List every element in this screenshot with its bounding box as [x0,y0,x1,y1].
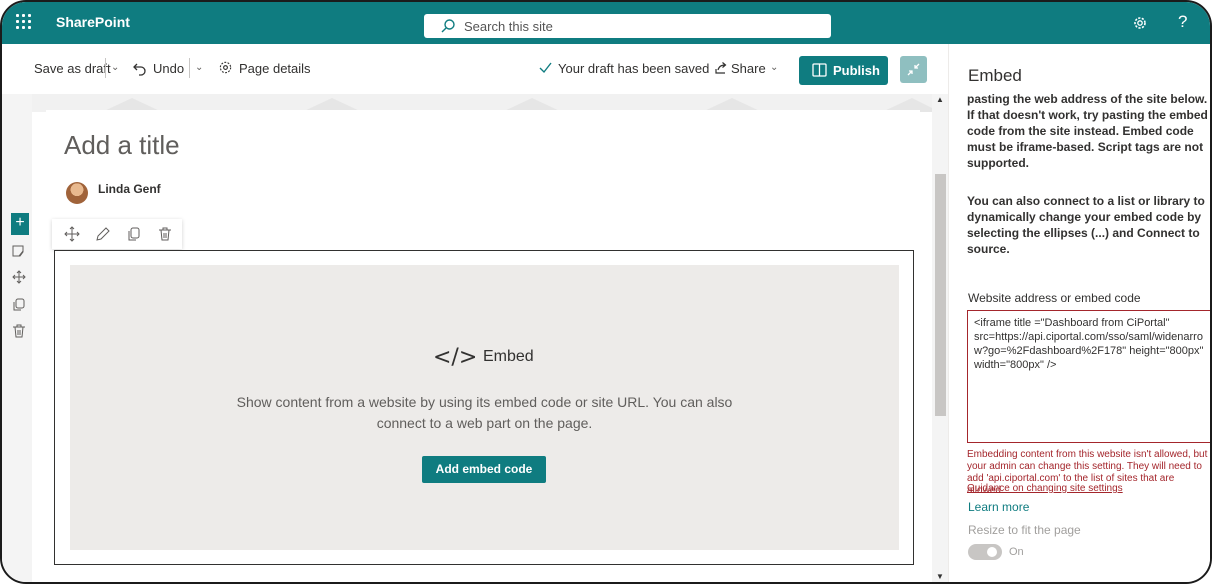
app-name[interactable]: SharePoint [56,14,130,30]
embed-field-label: Website address or embed code [968,291,1141,305]
divider [189,58,190,78]
chevron-down-icon[interactable]: ⌄ [111,62,119,73]
scroll-down-arrow-icon[interactable]: ▼ [936,572,944,581]
undo-icon[interactable] [132,60,148,76]
learn-more-link[interactable]: Learn more [968,500,1029,514]
scrollbar-thumb[interactable] [935,174,946,416]
app-launcher-icon[interactable] [16,14,36,32]
edit-section-icon[interactable] [12,244,26,258]
undo-button[interactable]: Undo [153,61,184,76]
search-box[interactable]: Search this site [424,14,831,38]
save-as-draft-button[interactable]: Save as draft [34,61,111,76]
move-section-icon[interactable] [12,270,26,284]
scroll-up-arrow-icon[interactable]: ▲ [936,95,944,104]
author-name[interactable]: Linda Genf [98,182,161,196]
add-embed-code-button[interactable]: Add embed code [422,456,546,483]
collapse-pane-button[interactable] [900,56,927,83]
divider [105,58,106,78]
help-icon[interactable]: ? [1178,12,1187,32]
delete-icon[interactable] [157,226,173,242]
collapse-arrows-icon [907,63,920,76]
embed-description: Show content from a website by using its… [236,394,733,431]
share-icon[interactable] [714,61,728,75]
page-title-input[interactable]: Add a title [64,130,180,161]
pane-title: Embed [968,66,1022,85]
chevron-down-icon[interactable]: ⌄ [195,62,203,73]
page-details-button[interactable]: Page details [239,61,311,76]
guidance-link[interactable]: Guidance on changing site settings [967,483,1123,494]
pane-intro-text: pasting the web address of the site belo… [967,92,1208,170]
resize-to-fit-toggle[interactable] [968,544,1002,560]
resize-to-fit-label: Resize to fit the page [968,523,1081,537]
add-section-button[interactable]: + [11,213,29,235]
suite-bar: SharePoint Search this site ? [2,2,1210,44]
author-avatar [66,182,88,204]
save-status-text: Your draft has been saved [558,61,710,76]
publish-label: Publish [833,63,880,78]
edit-pencil-icon[interactable] [95,226,111,242]
share-button[interactable]: Share [731,61,766,76]
checkmark-icon [539,62,552,74]
embed-code-field[interactable]: <iframe title ="Dashboard from CiPortal"… [967,310,1210,443]
pane-connect-text: You can also connect to a list or librar… [967,194,1205,256]
command-bar: Save as draft ⌄ Undo ⌄ Page details Your… [2,44,944,94]
page-details-gear-icon[interactable] [218,60,233,75]
duplicate-icon[interactable] [126,226,142,242]
embed-heading: Embed [483,348,534,365]
toggle-state-label: On [1009,546,1024,558]
search-icon [441,19,455,33]
move-icon[interactable] [64,226,80,242]
embed-code-icon: </> [433,345,478,370]
search-placeholder: Search this site [464,19,553,34]
duplicate-section-icon[interactable] [12,298,26,312]
chevron-down-icon[interactable]: ⌄ [770,62,778,73]
publish-button[interactable]: Publish [799,56,888,85]
delete-section-icon[interactable] [12,324,26,338]
webpart-toolbar [52,219,182,249]
settings-gear-icon[interactable] [1132,15,1148,31]
book-icon [812,63,827,77]
app-window: SharePoint Search this site ? Save as dr… [0,0,1212,584]
